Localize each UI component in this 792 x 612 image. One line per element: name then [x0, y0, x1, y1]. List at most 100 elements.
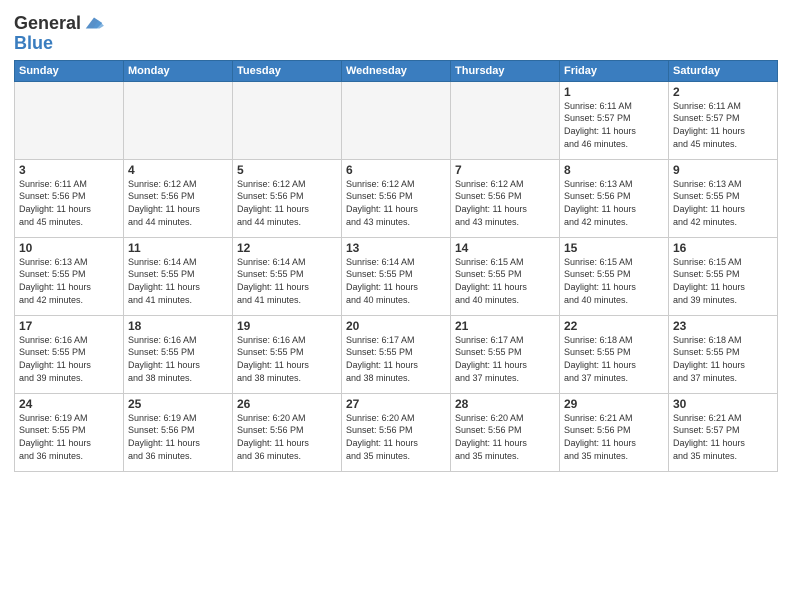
day-number: 26	[237, 397, 337, 411]
day-info: Sunrise: 6:18 AM Sunset: 5:55 PM Dayligh…	[673, 334, 773, 384]
day-number: 6	[346, 163, 446, 177]
week-row-2: 3Sunrise: 6:11 AM Sunset: 5:56 PM Daylig…	[15, 159, 778, 237]
day-number: 28	[455, 397, 555, 411]
day-number: 4	[128, 163, 228, 177]
day-number: 10	[19, 241, 119, 255]
calendar-cell: 18Sunrise: 6:16 AM Sunset: 5:55 PM Dayli…	[124, 315, 233, 393]
calendar-cell: 3Sunrise: 6:11 AM Sunset: 5:56 PM Daylig…	[15, 159, 124, 237]
calendar-cell: 4Sunrise: 6:12 AM Sunset: 5:56 PM Daylig…	[124, 159, 233, 237]
logo-blue-text: Blue	[14, 34, 105, 54]
day-number: 15	[564, 241, 664, 255]
day-info: Sunrise: 6:15 AM Sunset: 5:55 PM Dayligh…	[455, 256, 555, 306]
day-number: 8	[564, 163, 664, 177]
calendar-cell: 10Sunrise: 6:13 AM Sunset: 5:55 PM Dayli…	[15, 237, 124, 315]
logo: General Blue	[14, 14, 105, 54]
day-info: Sunrise: 6:19 AM Sunset: 5:55 PM Dayligh…	[19, 412, 119, 462]
calendar-cell: 28Sunrise: 6:20 AM Sunset: 5:56 PM Dayli…	[451, 393, 560, 471]
week-row-5: 24Sunrise: 6:19 AM Sunset: 5:55 PM Dayli…	[15, 393, 778, 471]
day-number: 22	[564, 319, 664, 333]
day-number: 18	[128, 319, 228, 333]
day-number: 7	[455, 163, 555, 177]
calendar-cell: 1Sunrise: 6:11 AM Sunset: 5:57 PM Daylig…	[560, 81, 669, 159]
calendar-cell: 23Sunrise: 6:18 AM Sunset: 5:55 PM Dayli…	[669, 315, 778, 393]
day-info: Sunrise: 6:13 AM Sunset: 5:55 PM Dayligh…	[19, 256, 119, 306]
day-number: 13	[346, 241, 446, 255]
calendar-cell: 6Sunrise: 6:12 AM Sunset: 5:56 PM Daylig…	[342, 159, 451, 237]
day-info: Sunrise: 6:14 AM Sunset: 5:55 PM Dayligh…	[237, 256, 337, 306]
day-info: Sunrise: 6:12 AM Sunset: 5:56 PM Dayligh…	[237, 178, 337, 228]
day-info: Sunrise: 6:11 AM Sunset: 5:57 PM Dayligh…	[673, 100, 773, 150]
day-number: 12	[237, 241, 337, 255]
calendar-cell: 22Sunrise: 6:18 AM Sunset: 5:55 PM Dayli…	[560, 315, 669, 393]
weekday-header-tuesday: Tuesday	[233, 60, 342, 81]
day-info: Sunrise: 6:16 AM Sunset: 5:55 PM Dayligh…	[237, 334, 337, 384]
weekday-header-thursday: Thursday	[451, 60, 560, 81]
day-info: Sunrise: 6:21 AM Sunset: 5:56 PM Dayligh…	[564, 412, 664, 462]
calendar-cell: 21Sunrise: 6:17 AM Sunset: 5:55 PM Dayli…	[451, 315, 560, 393]
calendar-cell: 8Sunrise: 6:13 AM Sunset: 5:56 PM Daylig…	[560, 159, 669, 237]
day-info: Sunrise: 6:13 AM Sunset: 5:55 PM Dayligh…	[673, 178, 773, 228]
day-info: Sunrise: 6:18 AM Sunset: 5:55 PM Dayligh…	[564, 334, 664, 384]
day-number: 19	[237, 319, 337, 333]
day-info: Sunrise: 6:13 AM Sunset: 5:56 PM Dayligh…	[564, 178, 664, 228]
day-info: Sunrise: 6:11 AM Sunset: 5:56 PM Dayligh…	[19, 178, 119, 228]
day-info: Sunrise: 6:16 AM Sunset: 5:55 PM Dayligh…	[128, 334, 228, 384]
day-number: 25	[128, 397, 228, 411]
calendar-cell: 17Sunrise: 6:16 AM Sunset: 5:55 PM Dayli…	[15, 315, 124, 393]
day-number: 14	[455, 241, 555, 255]
calendar-cell	[342, 81, 451, 159]
calendar-cell: 7Sunrise: 6:12 AM Sunset: 5:56 PM Daylig…	[451, 159, 560, 237]
day-number: 1	[564, 85, 664, 99]
calendar-cell: 13Sunrise: 6:14 AM Sunset: 5:55 PM Dayli…	[342, 237, 451, 315]
day-info: Sunrise: 6:20 AM Sunset: 5:56 PM Dayligh…	[455, 412, 555, 462]
calendar-cell: 25Sunrise: 6:19 AM Sunset: 5:56 PM Dayli…	[124, 393, 233, 471]
day-number: 29	[564, 397, 664, 411]
calendar-cell: 19Sunrise: 6:16 AM Sunset: 5:55 PM Dayli…	[233, 315, 342, 393]
calendar-cell: 29Sunrise: 6:21 AM Sunset: 5:56 PM Dayli…	[560, 393, 669, 471]
calendar-cell: 5Sunrise: 6:12 AM Sunset: 5:56 PM Daylig…	[233, 159, 342, 237]
day-number: 21	[455, 319, 555, 333]
day-number: 24	[19, 397, 119, 411]
day-number: 20	[346, 319, 446, 333]
day-info: Sunrise: 6:15 AM Sunset: 5:55 PM Dayligh…	[673, 256, 773, 306]
weekday-header-monday: Monday	[124, 60, 233, 81]
calendar-cell: 30Sunrise: 6:21 AM Sunset: 5:57 PM Dayli…	[669, 393, 778, 471]
calendar-cell: 11Sunrise: 6:14 AM Sunset: 5:55 PM Dayli…	[124, 237, 233, 315]
weekday-header-sunday: Sunday	[15, 60, 124, 81]
calendar-cell: 2Sunrise: 6:11 AM Sunset: 5:57 PM Daylig…	[669, 81, 778, 159]
day-number: 16	[673, 241, 773, 255]
day-info: Sunrise: 6:16 AM Sunset: 5:55 PM Dayligh…	[19, 334, 119, 384]
day-info: Sunrise: 6:15 AM Sunset: 5:55 PM Dayligh…	[564, 256, 664, 306]
calendar-cell: 12Sunrise: 6:14 AM Sunset: 5:55 PM Dayli…	[233, 237, 342, 315]
calendar: SundayMondayTuesdayWednesdayThursdayFrid…	[14, 60, 778, 472]
day-number: 17	[19, 319, 119, 333]
calendar-cell: 27Sunrise: 6:20 AM Sunset: 5:56 PM Dayli…	[342, 393, 451, 471]
calendar-cell	[233, 81, 342, 159]
day-number: 3	[19, 163, 119, 177]
day-info: Sunrise: 6:14 AM Sunset: 5:55 PM Dayligh…	[346, 256, 446, 306]
weekday-header-wednesday: Wednesday	[342, 60, 451, 81]
day-info: Sunrise: 6:20 AM Sunset: 5:56 PM Dayligh…	[346, 412, 446, 462]
day-info: Sunrise: 6:21 AM Sunset: 5:57 PM Dayligh…	[673, 412, 773, 462]
day-info: Sunrise: 6:20 AM Sunset: 5:56 PM Dayligh…	[237, 412, 337, 462]
day-number: 5	[237, 163, 337, 177]
day-number: 2	[673, 85, 773, 99]
calendar-cell: 9Sunrise: 6:13 AM Sunset: 5:55 PM Daylig…	[669, 159, 778, 237]
day-number: 27	[346, 397, 446, 411]
day-info: Sunrise: 6:12 AM Sunset: 5:56 PM Dayligh…	[128, 178, 228, 228]
page: General Blue SundayMondayTuesdayWednesda…	[0, 0, 792, 612]
calendar-cell	[15, 81, 124, 159]
day-info: Sunrise: 6:19 AM Sunset: 5:56 PM Dayligh…	[128, 412, 228, 462]
calendar-cell	[451, 81, 560, 159]
day-number: 30	[673, 397, 773, 411]
day-info: Sunrise: 6:17 AM Sunset: 5:55 PM Dayligh…	[346, 334, 446, 384]
day-info: Sunrise: 6:17 AM Sunset: 5:55 PM Dayligh…	[455, 334, 555, 384]
header: General Blue	[14, 10, 778, 54]
weekday-header-row: SundayMondayTuesdayWednesdayThursdayFrid…	[15, 60, 778, 81]
day-info: Sunrise: 6:12 AM Sunset: 5:56 PM Dayligh…	[346, 178, 446, 228]
calendar-cell: 15Sunrise: 6:15 AM Sunset: 5:55 PM Dayli…	[560, 237, 669, 315]
calendar-cell: 20Sunrise: 6:17 AM Sunset: 5:55 PM Dayli…	[342, 315, 451, 393]
day-info: Sunrise: 6:14 AM Sunset: 5:55 PM Dayligh…	[128, 256, 228, 306]
weekday-header-friday: Friday	[560, 60, 669, 81]
logo-text: General	[14, 14, 81, 34]
